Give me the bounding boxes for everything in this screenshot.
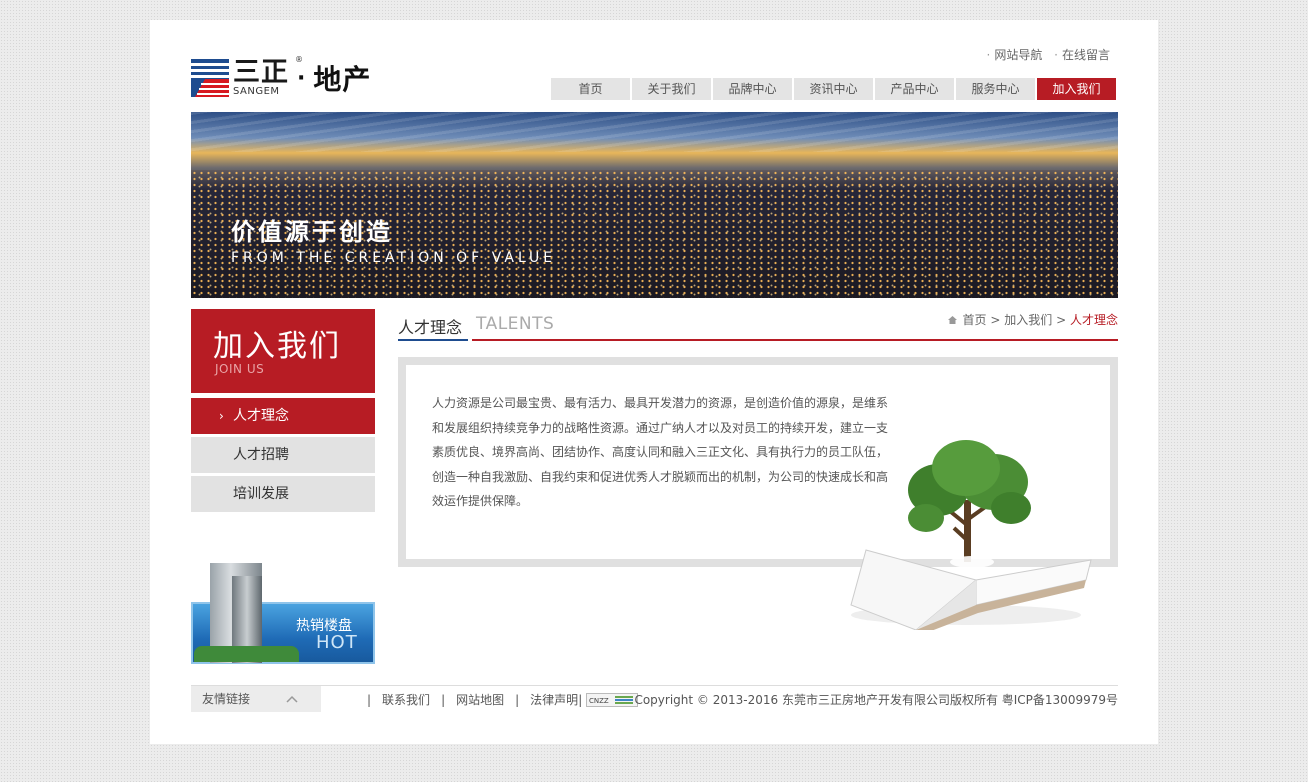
sidebar-title: 加入我们 (213, 329, 341, 364)
grass-image (194, 646, 299, 662)
cnzz-label: CNZZ (589, 697, 609, 705)
banner-sky (191, 112, 1118, 152)
logo-sub: 地产 (313, 63, 372, 96)
friend-links-toggle[interactable]: 友情链接 (191, 686, 321, 712)
title-underline (472, 339, 1118, 341)
footer-divider (191, 685, 1118, 686)
legal-notice-link[interactable]: 法律声明 (530, 691, 578, 708)
breadcrumb-separator: > (990, 313, 1001, 327)
sidebar-item-label: 人才理念 (233, 408, 289, 424)
content-line: 素质优良、境界高尚、团结协作、高度认同和融入三正文化、具有执行力的员工队伍， (432, 445, 889, 459)
sidebar-item-training[interactable]: 培训发展 (191, 476, 375, 512)
chevron-up-icon (285, 686, 299, 721)
home-icon (947, 313, 957, 324)
online-message-link[interactable]: 在线留言 (1062, 48, 1110, 62)
contact-us-link[interactable]: 联系我们 (382, 691, 430, 708)
top-links: · 网站导航 · 在线留言 (978, 46, 1110, 63)
title-underline-accent (398, 339, 468, 341)
logo-registered-mark: ® (295, 55, 303, 64)
sitemap-link[interactable]: 网站地图 (456, 691, 504, 708)
chevron-right-icon: › (219, 409, 224, 423)
sidebar-subtitle: JOIN US (215, 362, 265, 376)
cnzz-stats-badge[interactable]: CNZZ (586, 692, 639, 707)
content-line: 效运作提供保障。 (432, 494, 529, 508)
footer-separator: | (441, 692, 446, 707)
logo-dot: · (297, 65, 306, 91)
breadcrumb-home[interactable]: 首页 (963, 313, 987, 327)
content-line: 人力资源是公司最宝贵、最有活力、最具开发潜力的资源，是创造价值的源泉，是维系 (432, 396, 889, 410)
content-line: 和发展组织持续竞争力的战略性资源。通过广纳人才以及对员工的持续开发，建立一支 (432, 420, 889, 435)
sidebar-item-recruitment[interactable]: 人才招聘 (191, 437, 375, 473)
nav-item-brand[interactable]: 品牌中心 (713, 78, 792, 100)
site-nav-link[interactable]: 网站导航 (994, 48, 1042, 62)
footer-separator: | (367, 692, 372, 707)
copyright: Copyright © 2013-2016 东莞市三正房地产开发有限公司版权所有… (634, 693, 1118, 707)
sidebar-item-label: 培训发展 (233, 486, 289, 502)
breadcrumb-join[interactable]: 加入我们 (1004, 313, 1052, 327)
sidebar-item-label: 人才招聘 (233, 447, 289, 463)
nav-item-about[interactable]: 关于我们 (632, 78, 711, 100)
logo[interactable]: 三正 SANGEM ® · 地产 (191, 55, 372, 98)
breadcrumb: 首页 > 加入我们 > 人才理念 (947, 311, 1118, 328)
footer-links: | 联系我们 | 网站地图 | 法律声明 | CNZZ (356, 691, 639, 708)
bullet-icon: · (1054, 48, 1058, 62)
nav-item-news[interactable]: 资讯中心 (794, 78, 873, 100)
nav-item-service[interactable]: 服务中心 (956, 78, 1035, 100)
content-title: 人才理念 (398, 318, 463, 337)
page-container: 三正 SANGEM ® · 地产 · 网站导航 · 在线留言 首页 关于我们 品牌中… (150, 20, 1158, 744)
banner-subtitle: FROM THE CREATION OF VALUE (231, 250, 557, 266)
logo-text: 三正 SANGEM ® (233, 55, 303, 97)
logo-mark-icon (191, 59, 229, 97)
logo-cn: 三正 (233, 57, 289, 88)
content-line: 创造一种自我激励、自我约束和促进优秀人才脱颖而出的机制，为公司的快速成长和高 (432, 469, 889, 484)
footer-separator: | (515, 692, 520, 707)
breadcrumb-current: 人才理念 (1069, 313, 1118, 327)
nav-item-products[interactable]: 产品中心 (875, 78, 954, 100)
banner-title: 价值源于创造 (231, 218, 393, 246)
hot-property-en: HOT (316, 632, 358, 653)
banner: 价值源于创造 FROM THE CREATION OF VALUE (191, 112, 1118, 298)
bullet-icon: · (986, 48, 991, 62)
tree-book-illustration (846, 430, 1098, 636)
friend-links-label: 友情链接 (202, 692, 251, 706)
footer-separator: | (578, 692, 583, 707)
content-title-en: TALENTS (476, 314, 555, 334)
logo-en: SANGEM (233, 86, 280, 97)
sidebar-header: 加入我们 JOIN US (191, 309, 375, 393)
nav-item-join[interactable]: 加入我们 (1037, 78, 1116, 100)
sidebar-item-talent-philosophy[interactable]: › 人才理念 (191, 398, 375, 434)
main-nav: 首页 关于我们 品牌中心 资讯中心 产品中心 服务中心 加入我们 (551, 78, 1118, 100)
nav-item-home[interactable]: 首页 (551, 78, 630, 100)
content-text: 人力资源是公司最宝贵、最有活力、最具开发潜力的资源，是创造价值的源泉，是维系 和… (432, 391, 894, 514)
breadcrumb-separator: > (1056, 313, 1067, 327)
